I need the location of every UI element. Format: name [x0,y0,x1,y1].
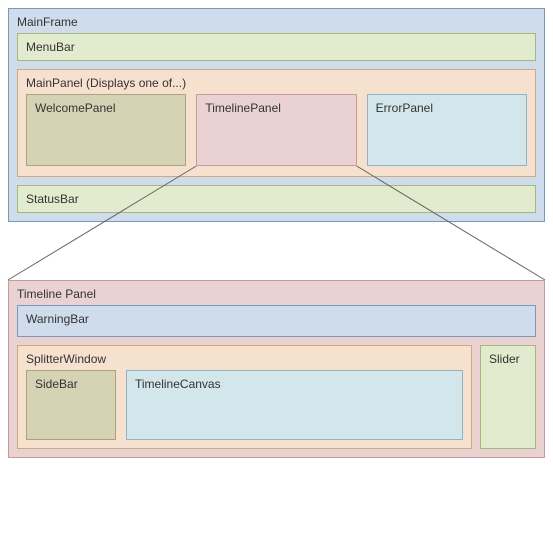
timelinecanvas-box: TimelineCanvas [126,370,463,440]
splitterwindow-label: SplitterWindow [26,352,463,366]
sidebar-label: SideBar [35,377,107,391]
errorpanel-label: ErrorPanel [376,101,518,115]
mainpanel-label: MainPanel (Displays one of...) [26,76,527,90]
statusbar-label: StatusBar [26,192,527,206]
slider-label: Slider [489,352,527,366]
mainframe-box: MainFrame MenuBar MainPanel (Displays on… [8,8,545,222]
warningbar-box: WarningBar [17,305,536,337]
timelinecanvas-label: TimelineCanvas [135,377,454,391]
slider-box: Slider [480,345,536,449]
mainframe-label: MainFrame [17,15,536,29]
menubar-box: MenuBar [17,33,536,61]
sidebar-box: SideBar [26,370,116,440]
statusbar-box: StatusBar [17,185,536,213]
welcomepanel-box: WelcomePanel [26,94,186,166]
menubar-label: MenuBar [26,40,527,54]
errorpanel-box: ErrorPanel [367,94,527,166]
splitterwindow-box: SplitterWindow SideBar TimelineCanvas [17,345,472,449]
timelinepanel-label: TimelinePanel [205,101,347,115]
timelinepanel-detail-box: Timeline Panel WarningBar SplitterWindow… [8,280,545,458]
timelinepanel-detail-label: Timeline Panel [17,287,536,301]
timelinepanel-box: TimelinePanel [196,94,356,166]
welcomepanel-label: WelcomePanel [35,101,177,115]
warningbar-label: WarningBar [26,312,527,326]
mainpanel-box: MainPanel (Displays one of...) WelcomePa… [17,69,536,177]
